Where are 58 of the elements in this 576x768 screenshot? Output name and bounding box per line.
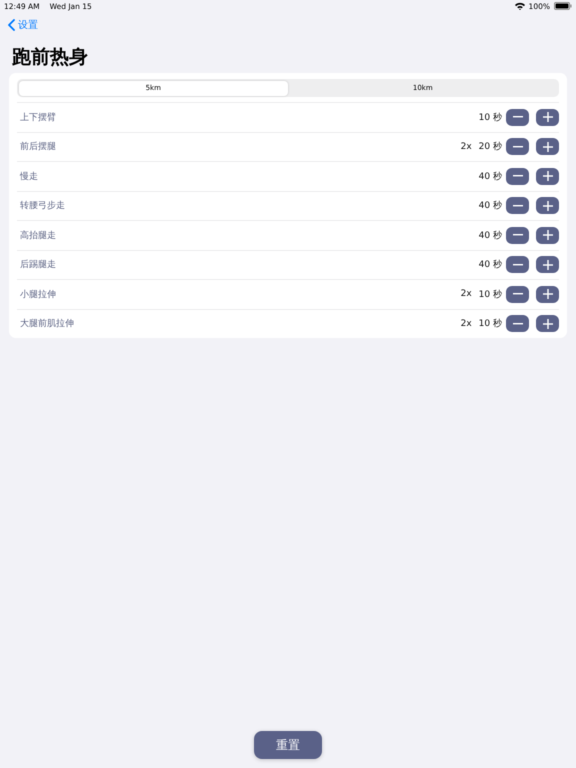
increase-button[interactable] [536, 286, 559, 303]
plus-icon [542, 318, 552, 329]
increase-button[interactable] [536, 197, 559, 214]
wifi-icon [514, 2, 525, 10]
page-title: 跑前热身 [12, 45, 89, 69]
increase-button[interactable] [536, 315, 559, 332]
decrease-button[interactable] [506, 108, 529, 126]
duration-value: 20 秒 [478, 140, 502, 154]
minus-icon [512, 264, 522, 266]
duration-value: 10 秒 [478, 318, 502, 330]
plus-icon [542, 200, 552, 211]
repetition-count: 2x [460, 289, 472, 300]
battery-icon [554, 2, 572, 10]
minus-icon [512, 146, 522, 148]
increase-button[interactable] [536, 256, 559, 274]
minus-icon [512, 293, 522, 296]
increase-button[interactable] [536, 138, 559, 156]
reset-button[interactable]: 重置 [254, 731, 322, 759]
plus-icon [542, 171, 552, 182]
decrease-button[interactable] [506, 286, 529, 303]
decrease-button[interactable] [506, 168, 529, 185]
decrease-button[interactable] [506, 226, 529, 244]
duration-value: 40 秒 [478, 258, 502, 272]
plus-icon [542, 230, 552, 240]
minus-icon [512, 322, 522, 325]
minus-icon [512, 234, 522, 236]
back-link[interactable]: 设置 [8, 18, 38, 32]
exercise-name: 慢走 [20, 170, 38, 183]
repetition-count: 2x [460, 318, 472, 329]
plus-icon [542, 289, 552, 300]
duration-value: 10 秒 [478, 288, 502, 301]
minus-icon [512, 175, 522, 178]
back-chevron-icon [8, 19, 15, 31]
plus-icon [542, 142, 552, 152]
duration-value: 40 秒 [478, 200, 502, 212]
plus-icon [542, 260, 552, 270]
increase-button[interactable] [536, 226, 559, 244]
duration-value: 10 秒 [478, 112, 502, 124]
exercise-name: 上下摆臂 [20, 112, 56, 124]
exercise-name: 小腿拉伸 [20, 288, 56, 301]
decrease-button[interactable] [506, 256, 529, 274]
decrease-button[interactable] [506, 138, 529, 156]
exercise-name: 后踢腿走 [20, 258, 56, 272]
exercise-name: 前后摆腿 [20, 140, 56, 154]
exercise-name: 高抬腿走 [20, 230, 56, 242]
exercise-name: 转腰弓步走 [20, 200, 65, 212]
decrease-button[interactable] [506, 197, 529, 214]
back-label: 设置 [18, 18, 38, 32]
exercise-name: 大腿前肌拉伸 [20, 318, 74, 330]
decrease-button[interactable] [506, 315, 529, 332]
minus-icon [512, 116, 522, 118]
duration-value: 40 秒 [478, 230, 502, 242]
duration-value: 40 秒 [478, 170, 502, 183]
plus-icon [542, 112, 552, 122]
repetition-count: 2x [460, 142, 472, 152]
increase-button[interactable] [536, 168, 559, 185]
minus-icon [512, 204, 522, 207]
increase-button[interactable] [536, 108, 559, 126]
